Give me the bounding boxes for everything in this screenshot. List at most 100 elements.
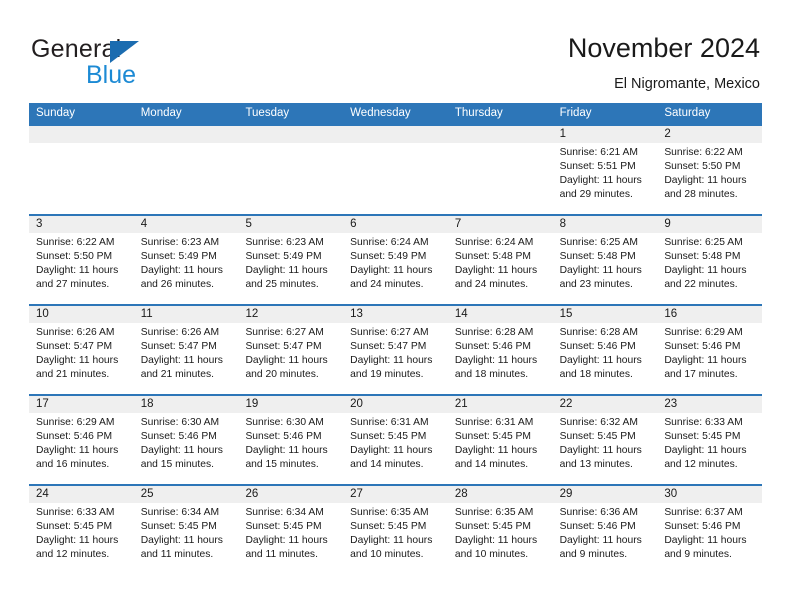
day-cell[interactable]: 9 Sunrise: 6:25 AM Sunset: 5:48 PM Dayli… (657, 214, 763, 304)
day-info: Sunrise: 6:30 AM Sunset: 5:46 PM Dayligh… (134, 413, 239, 472)
day-cell[interactable]: 7 Sunrise: 6:24 AM Sunset: 5:48 PM Dayli… (447, 214, 553, 304)
day-cell[interactable]: 6 Sunrise: 6:24 AM Sunset: 5:49 PM Dayli… (343, 214, 448, 304)
daylight-text-line1: Daylight: 11 hours (36, 445, 119, 457)
day-cell[interactable]: 14 Sunrise: 6:28 AM Sunset: 5:46 PM Dayl… (447, 304, 553, 394)
daylight-text-line2: and 28 minutes. (664, 189, 738, 201)
day-info: Sunrise: 6:34 AM Sunset: 5:45 PM Dayligh… (134, 503, 239, 562)
day-cell[interactable]: 5 Sunrise: 6:23 AM Sunset: 5:49 PM Dayli… (238, 214, 344, 304)
sunrise-text: Sunrise: 6:26 AM (36, 327, 115, 338)
day-cell[interactable]: 12 Sunrise: 6:27 AM Sunset: 5:47 PM Dayl… (238, 304, 344, 394)
sunset-text: Sunset: 5:47 PM (245, 341, 322, 353)
day-info: Sunrise: 6:22 AM Sunset: 5:50 PM Dayligh… (657, 143, 762, 202)
day-info: Sunrise: 6:21 AM Sunset: 5:51 PM Dayligh… (553, 143, 658, 202)
sunset-text: Sunset: 5:45 PM (559, 431, 636, 443)
day-cell[interactable]: 29 Sunrise: 6:36 AM Sunset: 5:46 PM Dayl… (552, 484, 658, 574)
day-cell[interactable]: 25 Sunrise: 6:34 AM Sunset: 5:45 PM Dayl… (133, 484, 239, 574)
daylight-text-line1: Daylight: 11 hours (559, 445, 642, 457)
day-cell[interactable]: 15 Sunrise: 6:28 AM Sunset: 5:46 PM Dayl… (552, 304, 658, 394)
sunset-text: Sunset: 5:46 PM (559, 521, 636, 533)
sunrise-text: Sunrise: 6:31 AM (454, 417, 534, 428)
day-cell[interactable]: 10 Sunrise: 6:26 AM Sunset: 5:47 PM Dayl… (29, 304, 134, 394)
sunset-text: Sunset: 5:50 PM (36, 251, 113, 263)
day-cell[interactable]: 27 Sunrise: 6:35 AM Sunset: 5:45 PM Dayl… (343, 484, 448, 574)
sunset-text: Sunset: 5:46 PM (140, 431, 217, 443)
date-number: 26 (238, 486, 344, 503)
sunrise-text: Sunrise: 6:37 AM (664, 507, 743, 518)
sunrise-text: Sunrise: 6:34 AM (245, 507, 324, 518)
date-number: 22 (552, 396, 658, 413)
sunrise-text: Sunrise: 6:29 AM (664, 327, 743, 338)
day-cell[interactable]: 22 Sunrise: 6:32 AM Sunset: 5:45 PM Dayl… (552, 394, 658, 484)
daylight-text-line1: Daylight: 11 hours (664, 445, 747, 457)
day-cell[interactable]: 3 Sunrise: 6:22 AM Sunset: 5:50 PM Dayli… (29, 214, 134, 304)
daylight-text-line1: Daylight: 11 hours (664, 265, 747, 277)
weekday-header-sunday: Sunday (36, 107, 76, 119)
daylight-text-line2: and 15 minutes. (140, 459, 214, 471)
logo-text-general: General (31, 35, 122, 63)
weekday-header-saturday: Saturday (664, 107, 711, 119)
day-cell[interactable]: 17 Sunrise: 6:29 AM Sunset: 5:46 PM Dayl… (29, 394, 134, 484)
sunset-text: Sunset: 5:49 PM (140, 251, 217, 263)
day-cell[interactable]: 26 Sunrise: 6:34 AM Sunset: 5:45 PM Dayl… (238, 484, 344, 574)
daylight-text-line2: and 14 minutes. (350, 459, 424, 471)
calendar-week-row: 1 Sunrise: 6:21 AM Sunset: 5:51 PM Dayli… (29, 124, 763, 214)
daylight-text-line1: Daylight: 11 hours (559, 175, 642, 187)
day-cell[interactable]: 30 Sunrise: 6:37 AM Sunset: 5:46 PM Dayl… (657, 484, 763, 574)
day-cell[interactable]: 28 Sunrise: 6:35 AM Sunset: 5:45 PM Dayl… (447, 484, 553, 574)
day-cell[interactable]: 11 Sunrise: 6:26 AM Sunset: 5:47 PM Dayl… (133, 304, 239, 394)
daylight-text-line2: and 21 minutes. (140, 369, 214, 381)
day-info: Sunrise: 6:33 AM Sunset: 5:45 PM Dayligh… (657, 413, 762, 472)
day-cell[interactable]: 4 Sunrise: 6:23 AM Sunset: 5:49 PM Dayli… (133, 214, 239, 304)
sunrise-text: Sunrise: 6:22 AM (36, 237, 115, 248)
day-cell[interactable]: 19 Sunrise: 6:30 AM Sunset: 5:46 PM Dayl… (238, 394, 344, 484)
date-number: 12 (238, 306, 344, 323)
sunset-text: Sunset: 5:50 PM (664, 161, 741, 173)
day-cell[interactable]: 21 Sunrise: 6:31 AM Sunset: 5:45 PM Dayl… (447, 394, 553, 484)
daylight-text-line2: and 29 minutes. (559, 189, 633, 201)
daylight-text-line2: and 12 minutes. (36, 549, 110, 561)
date-number: 30 (657, 486, 763, 503)
day-cell[interactable]: 20 Sunrise: 6:31 AM Sunset: 5:45 PM Dayl… (343, 394, 448, 484)
sunset-text: Sunset: 5:51 PM (559, 161, 636, 173)
daylight-text-line2: and 9 minutes. (664, 549, 732, 561)
day-cell[interactable]: 8 Sunrise: 6:25 AM Sunset: 5:48 PM Dayli… (552, 214, 658, 304)
day-cell[interactable]: 2 Sunrise: 6:22 AM Sunset: 5:50 PM Dayli… (657, 124, 763, 214)
daylight-text-line1: Daylight: 11 hours (559, 265, 642, 277)
daylight-text-line2: and 11 minutes. (140, 549, 214, 561)
daylight-text-line1: Daylight: 11 hours (350, 445, 433, 457)
daylight-text-line2: and 22 minutes. (664, 279, 738, 291)
daylight-text-line2: and 20 minutes. (245, 369, 319, 381)
daylight-text-line1: Daylight: 11 hours (559, 355, 642, 367)
general-blue-logo[interactable]: General Blue (31, 35, 241, 91)
sunrise-text: Sunrise: 6:31 AM (350, 417, 429, 428)
weekday-header-friday: Friday (559, 107, 592, 119)
daylight-text-line2: and 21 minutes. (36, 369, 110, 381)
sunrise-text: Sunrise: 6:27 AM (350, 327, 429, 338)
sunrise-text: Sunrise: 6:27 AM (245, 327, 324, 338)
day-cell[interactable]: 23 Sunrise: 6:33 AM Sunset: 5:45 PM Dayl… (657, 394, 763, 484)
day-cell[interactable]: 18 Sunrise: 6:30 AM Sunset: 5:46 PM Dayl… (133, 394, 239, 484)
day-cell[interactable]: 24 Sunrise: 6:33 AM Sunset: 5:45 PM Dayl… (29, 484, 134, 574)
sunset-text: Sunset: 5:45 PM (350, 431, 427, 443)
sunrise-text: Sunrise: 6:24 AM (350, 237, 429, 248)
day-cell[interactable]: 16 Sunrise: 6:29 AM Sunset: 5:46 PM Dayl… (657, 304, 763, 394)
day-info: Sunrise: 6:34 AM Sunset: 5:45 PM Dayligh… (238, 503, 343, 562)
day-info: Sunrise: 6:28 AM Sunset: 5:46 PM Dayligh… (448, 323, 553, 382)
daylight-text-line1: Daylight: 11 hours (245, 535, 328, 547)
date-number: 10 (29, 306, 134, 323)
day-cell-empty (343, 124, 448, 214)
date-number (447, 126, 553, 143)
daylight-text-line1: Daylight: 11 hours (36, 535, 119, 547)
daylight-text-line1: Daylight: 11 hours (454, 355, 538, 367)
daylight-text-line1: Daylight: 11 hours (140, 265, 223, 277)
page-title: November 2024 (567, 33, 760, 63)
sunset-text: Sunset: 5:48 PM (559, 251, 636, 263)
day-cell[interactable]: 13 Sunrise: 6:27 AM Sunset: 5:47 PM Dayl… (343, 304, 448, 394)
day-cell[interactable]: 1 Sunrise: 6:21 AM Sunset: 5:51 PM Dayli… (552, 124, 658, 214)
daylight-text-line1: Daylight: 11 hours (140, 445, 223, 457)
date-number (238, 126, 344, 143)
day-info: Sunrise: 6:27 AM Sunset: 5:47 PM Dayligh… (343, 323, 448, 382)
day-info: Sunrise: 6:30 AM Sunset: 5:46 PM Dayligh… (238, 413, 343, 472)
daylight-text-line1: Daylight: 11 hours (350, 265, 433, 277)
daylight-text-line1: Daylight: 11 hours (245, 265, 328, 277)
